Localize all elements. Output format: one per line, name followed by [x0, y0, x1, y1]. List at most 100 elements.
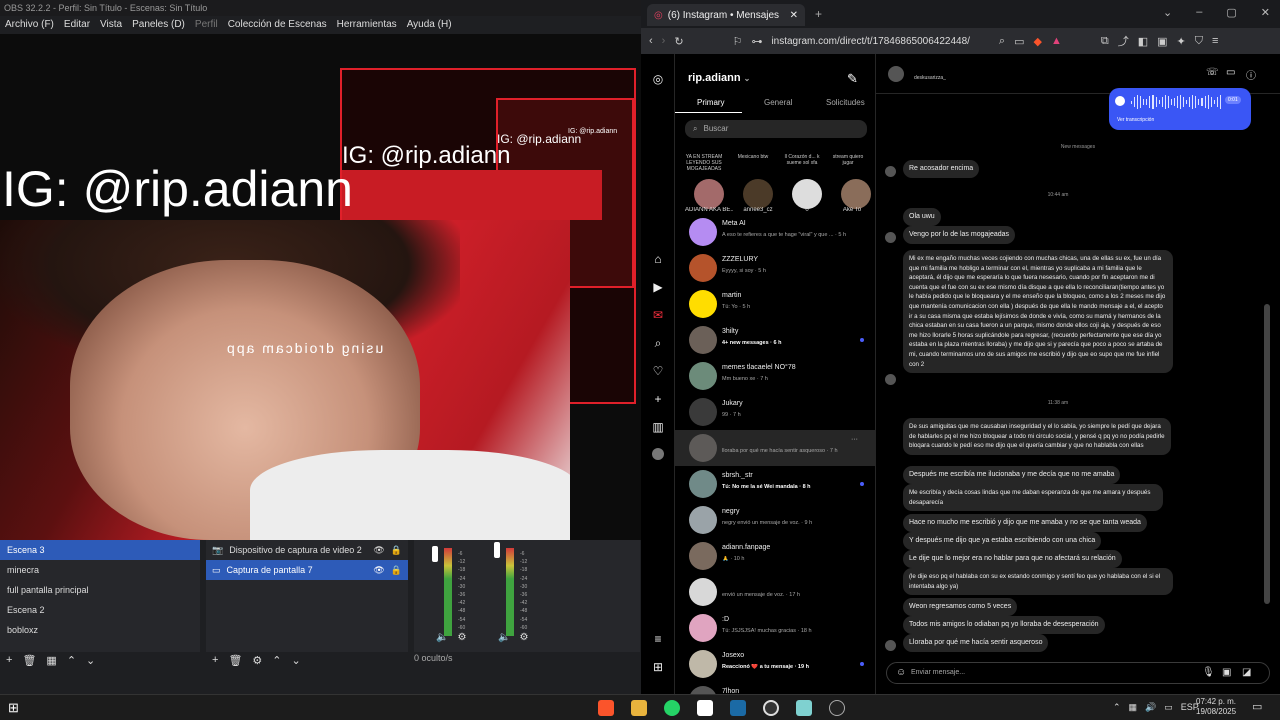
- source-item[interactable]: ▭ Captura de pantalla 7 👁 🔒: [206, 560, 408, 580]
- conversation-item[interactable]: Jukary 99 · 7 h: [675, 394, 875, 430]
- battery-icon[interactable]: ▭: [1164, 702, 1173, 713]
- gear-icon[interactable]: ⚙: [252, 654, 262, 667]
- chevron-up-icon[interactable]: ⌃: [1113, 702, 1121, 713]
- sticker-icon[interactable]: ◪: [1242, 667, 1251, 678]
- file-explorer-icon[interactable]: [631, 700, 647, 716]
- more-menu-icon[interactable]: ≡: [650, 632, 666, 648]
- image-icon[interactable]: ▣: [1222, 667, 1231, 678]
- scene-item[interactable]: full pantalla principal: [0, 580, 200, 600]
- source-item[interactable]: 📷 Dispositivo de captura de video 2 👁 🔒: [206, 540, 408, 560]
- message-bubble[interactable]: Y después me dijo que ya estaba escribie…: [903, 532, 1102, 550]
- down-icon[interactable]: ⌄: [86, 654, 95, 667]
- menu-editar[interactable]: Editar: [64, 19, 90, 31]
- eye-icon[interactable]: 👁: [373, 545, 384, 556]
- scene-item[interactable]: Escena 2: [0, 600, 200, 620]
- account-switcher[interactable]: rip.adiann ⌄: [688, 72, 750, 84]
- microphone-icon[interactable]: 🎙: [1202, 667, 1215, 678]
- add-icon[interactable]: +: [212, 654, 218, 667]
- conversation-item[interactable]: Meta AI A eso te refieres a que te hage "…: [675, 214, 875, 250]
- down-icon[interactable]: ⌄: [292, 654, 301, 667]
- obs-taskbar-icon[interactable]: [763, 700, 779, 716]
- steam-icon[interactable]: [730, 700, 746, 716]
- menu-vista[interactable]: Vista: [100, 19, 122, 31]
- conversation-item[interactable]: negry negry envió un mensaje de voz. · 9 …: [675, 502, 875, 538]
- start-icon[interactable]: ⊞: [8, 700, 19, 716]
- message-bubble[interactable]: Ola uwu: [903, 208, 941, 226]
- brave-shield-icon[interactable]: ◆: [1033, 35, 1041, 48]
- brave-taskbar-icon[interactable]: [598, 700, 614, 716]
- message-bubble[interactable]: Hace no mucho me escribió y dijo que me …: [903, 514, 1147, 532]
- menu-archivo[interactable]: Archivo (F): [5, 19, 54, 31]
- forward-icon[interactable]: ›: [662, 35, 666, 47]
- message-bubble[interactable]: Me escribía y decía cosas lindas que me …: [903, 484, 1163, 512]
- message-bubble[interactable]: Le dije que lo mejor era no hablar para …: [903, 550, 1122, 568]
- conversation-item[interactable]: 7lhon: [675, 682, 875, 694]
- conversation-item[interactable]: memes tlacaelel NO°78 Mm bueno xe · 7 h: [675, 358, 875, 394]
- note-avatar[interactable]: [694, 179, 724, 209]
- message-bubble[interactable]: De sus amiguitas que me causaban insegur…: [903, 418, 1171, 455]
- chat-scrollbar[interactable]: [1264, 304, 1270, 604]
- chat-avatar[interactable]: [888, 66, 904, 82]
- minimize-icon[interactable]: –: [1196, 6, 1202, 19]
- play-icon[interactable]: [1115, 96, 1125, 106]
- volume-icon[interactable]: 🔊: [1145, 702, 1156, 713]
- messages-icon[interactable]: ✉: [650, 308, 666, 324]
- settings-icon[interactable]: ⚙: [519, 632, 528, 643]
- notifications-icon[interactable]: ♡: [650, 364, 666, 380]
- settings-icon[interactable]: ⚙: [457, 632, 466, 643]
- share-icon[interactable]: ⤴: [1118, 33, 1129, 49]
- conversation-item-selected[interactable]: lloraba por qué me hacía sentir asqueros…: [675, 430, 875, 466]
- conversation-item[interactable]: :D Tú: JSJSJSA! muchas gracias · 18 h: [675, 610, 875, 646]
- whatsapp-icon[interactable]: [664, 700, 680, 716]
- message-bubble[interactable]: Lloraba por qué me hacía sentir asqueros…: [903, 634, 1049, 652]
- message-bubble[interactable]: Después me escribía me ilucionaba y me d…: [903, 466, 1121, 484]
- message-bubble[interactable]: Vengo por lo de las mogajeadas: [903, 226, 1016, 244]
- obs-preview[interactable]: IG: @rip.adiann IG: @rip.adiann IG: @rip…: [0, 34, 641, 540]
- conversation-item[interactable]: 3hilty 4+ new messages · 6 h: [675, 322, 875, 358]
- trash-icon[interactable]: 🗑: [228, 654, 242, 667]
- message-bubble[interactable]: Re acosador encima: [903, 160, 980, 178]
- message-bubble[interactable]: Todos mis amigos lo odiaban pq yo llorab…: [903, 616, 1105, 634]
- leo-icon[interactable]: ✦: [1177, 35, 1186, 48]
- up-icon[interactable]: ⌃: [272, 654, 281, 667]
- volume-slider[interactable]: [432, 546, 438, 562]
- view-transcript-link[interactable]: Ver transcripción: [1117, 117, 1154, 123]
- cast-icon[interactable]: ▭: [1014, 35, 1024, 48]
- url-bar[interactable]: instagram.com/direct/t/17846865006422448…: [771, 36, 969, 47]
- dashboard-icon[interactable]: ▥: [650, 420, 666, 436]
- compose-icon[interactable]: ✎: [847, 71, 858, 87]
- message-bubble[interactable]: Weon regresamos como 5 veces: [903, 598, 1018, 616]
- rewards-icon[interactable]: ▲: [1051, 35, 1062, 47]
- up-icon[interactable]: ⌃: [67, 654, 76, 667]
- message-bubble[interactable]: Mi ex me engaño muchas veces cojiendo co…: [903, 250, 1173, 374]
- message-bubble[interactable]: (le dije eso pq el hablaba con su ex est…: [903, 568, 1173, 596]
- emoji-icon[interactable]: ☺: [896, 667, 906, 678]
- menu-icon[interactable]: ≡: [1212, 35, 1218, 47]
- filter-icon[interactable]: ▦: [46, 654, 56, 667]
- trash-icon[interactable]: 🗑: [22, 654, 36, 667]
- search-input[interactable]: ⌕ Buscar: [685, 120, 867, 138]
- add-icon[interactable]: +: [6, 654, 12, 667]
- wallet-icon[interactable]: ▣: [1157, 35, 1167, 48]
- notification-icon[interactable]: ▭: [1252, 700, 1262, 713]
- browser-tab[interactable]: ◎ (6) Instagram • Mensajes ✕: [647, 4, 805, 26]
- scene-item[interactable]: Escena 3: [0, 540, 200, 560]
- speaker-icon[interactable]: 🔈: [436, 632, 448, 643]
- tab-primary[interactable]: Primary: [697, 98, 725, 107]
- app-icon[interactable]: [829, 700, 845, 716]
- app-icon[interactable]: [796, 700, 812, 716]
- maximize-icon[interactable]: ▢: [1226, 6, 1236, 19]
- menu-coleccion[interactable]: Colección de Escenas: [228, 19, 327, 31]
- eye-icon[interactable]: 👁: [373, 565, 384, 576]
- home-icon[interactable]: ⌂: [650, 252, 666, 268]
- reload-icon[interactable]: ↻: [674, 35, 683, 48]
- menu-paneles[interactable]: Paneles (D): [132, 19, 185, 31]
- new-tab-icon[interactable]: +: [815, 7, 822, 21]
- close-tab-icon[interactable]: ✕: [790, 10, 798, 21]
- site-info-icon[interactable]: ⊶: [751, 35, 762, 48]
- close-icon[interactable]: ✕: [1261, 6, 1270, 19]
- sidebar-icon[interactable]: ◧: [1138, 35, 1148, 48]
- volume-slider[interactable]: [494, 542, 500, 558]
- lock-icon[interactable]: 🔒: [391, 565, 402, 576]
- video-icon[interactable]: ▭: [1226, 67, 1235, 78]
